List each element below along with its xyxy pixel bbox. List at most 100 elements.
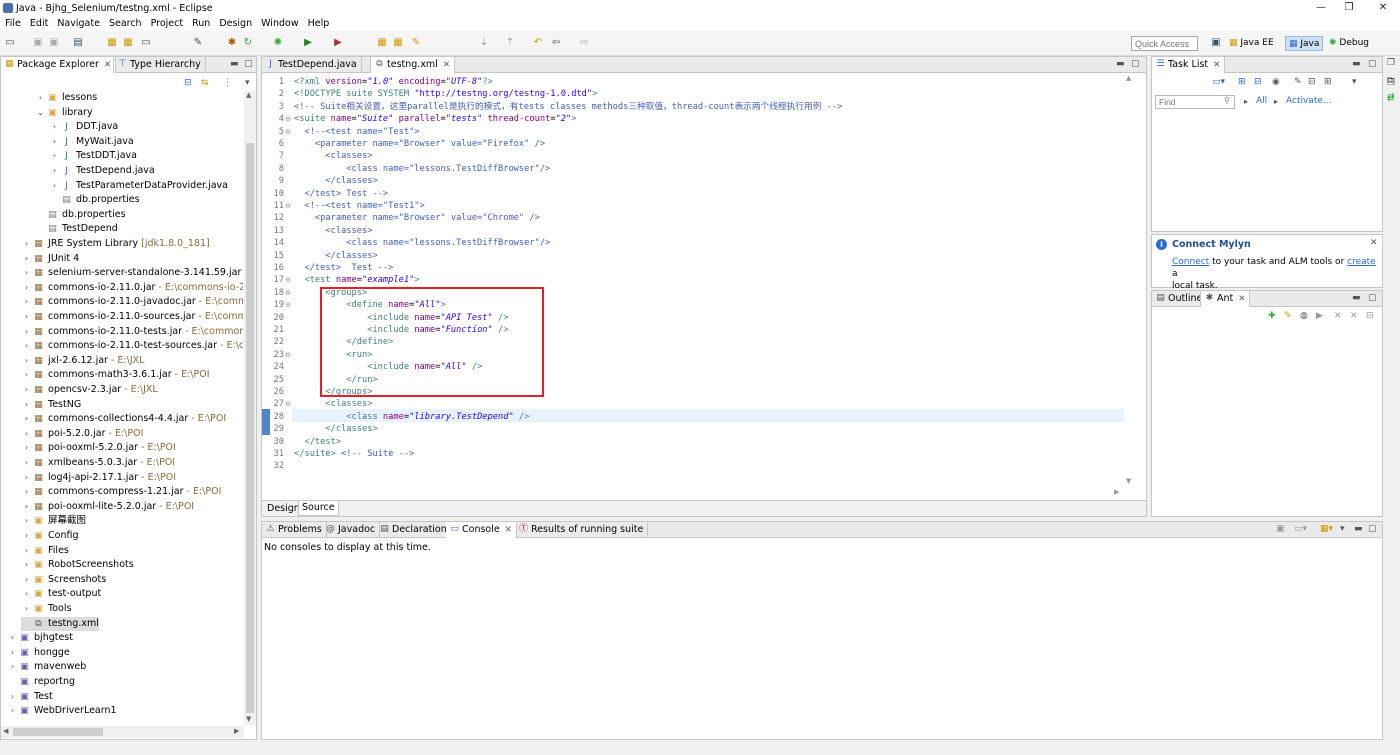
chevron-right-icon[interactable]: › <box>21 252 32 267</box>
tree-item[interactable]: › ▦ poi-ooxml-5.2.0.jar - E:\POI <box>21 441 176 456</box>
scroll-up-icon[interactable]: ▲ <box>1126 74 1131 82</box>
activate-link[interactable]: Activate... <box>1286 96 1331 106</box>
tab-source[interactable]: Source <box>298 501 339 516</box>
chevron-right-icon[interactable]: › <box>21 339 32 354</box>
tree-item[interactable]: › ▦ commons-io-2.11.0.jar - E:\commons-io… <box>21 281 243 296</box>
new-task-icon[interactable]: ▭▾ <box>1212 77 1225 87</box>
menu-file[interactable]: File <box>5 18 21 29</box>
menu-design[interactable]: Design <box>219 18 252 29</box>
hide-internal-icon[interactable]: ◍ <box>1300 311 1308 321</box>
restore-icon[interactable]: ❐ <box>1387 58 1395 68</box>
tab-testng-xml[interactable]: ⧉ testng.xml ✕ <box>370 57 455 73</box>
tree-item[interactable]: › ▣ bjhgtest <box>7 631 73 646</box>
pin-console-icon[interactable]: ▣ <box>1276 524 1285 534</box>
tree-item[interactable]: › ▦ commons-compress-1.21.jar - E:\POI <box>21 485 222 500</box>
chevron-right-icon[interactable]: › <box>7 704 18 719</box>
restore-icon[interactable]: ❐ <box>1387 78 1395 88</box>
tab-ant[interactable]: ✱ Ant ✕ <box>1200 291 1251 307</box>
fold-icon[interactable]: ⊖ <box>284 126 292 138</box>
perspective-debug[interactable]: ✺ Debug <box>1326 36 1372 51</box>
external-tools-icon[interactable]: ▶ <box>332 37 344 49</box>
categorized-icon[interactable]: ⊞ <box>1238 77 1246 87</box>
tree-item[interactable]: › ▣ Config <box>21 529 79 544</box>
task-find-input[interactable] <box>1155 95 1235 109</box>
chevron-right-icon[interactable]: › <box>21 398 32 413</box>
code-line[interactable]: <class name="lessons.TestDiffBrowser"/> <box>294 163 550 175</box>
menu-navigate[interactable]: Navigate <box>57 18 100 29</box>
tab-results[interactable]: Ⓣ Results of running suite <box>515 522 649 538</box>
code-line[interactable]: <test name="example1"> <box>294 274 419 286</box>
chevron-right-icon[interactable]: › <box>21 237 32 252</box>
chevron-right-icon[interactable]: › <box>49 179 60 194</box>
chevron-right-icon[interactable]: › <box>21 310 32 325</box>
close-icon[interactable]: ✕ <box>1370 238 1378 248</box>
tab-javadoc[interactable]: @ Javadoc <box>322 522 381 538</box>
maximize-view-icon[interactable]: ▢ <box>1368 524 1377 534</box>
close-icon[interactable]: ✕ <box>1213 60 1220 70</box>
chevron-right-icon[interactable]: › <box>21 325 32 340</box>
tree-item[interactable]: › ▦ JRE System Library [jdk1.8.0_181] <box>21 237 210 252</box>
run-target-icon[interactable]: ▶ <box>1316 311 1323 321</box>
print-icon[interactable]: ▤ <box>72 37 84 49</box>
tree-item[interactable]: › ▦ selenium-server-standalone-3.141.59.j… <box>21 266 241 281</box>
chevron-right-icon[interactable]: › <box>21 427 32 442</box>
tree-item[interactable]: ⧉ testng.xml <box>21 616 99 632</box>
minimize-view-icon[interactable]: ▬ <box>230 59 239 69</box>
tree-item[interactable]: › ▣ mavenweb <box>7 660 86 675</box>
new-package-icon[interactable]: ▦ <box>376 37 388 49</box>
menu-run[interactable]: Run <box>192 18 210 29</box>
fold-icon[interactable]: ⊖ <box>284 200 292 212</box>
chevron-right-icon[interactable]: › <box>7 660 18 675</box>
perspective-java[interactable]: ▦ Java <box>1285 36 1324 51</box>
maximize-view-icon[interactable]: ▢ <box>1368 293 1377 303</box>
tree-item[interactable]: ▤ db.properties <box>35 208 125 223</box>
code-line[interactable]: </classes> <box>294 423 377 435</box>
chevron-right-icon[interactable]: › <box>21 383 32 398</box>
code-line[interactable]: </classes> <box>294 250 377 262</box>
code-line[interactable]: </test> Test --> <box>294 262 393 274</box>
open-type-icon[interactable]: ▦ <box>106 37 118 49</box>
tree-item[interactable]: › ▦ opencsv-2.3.jar - E:\JXL <box>21 383 158 398</box>
tree-item[interactable]: › ▦ jxl-2.6.12.jar - E:\JXL <box>21 354 145 369</box>
editor-vertical-scrollbar[interactable]: ▲ ▼ <box>1124 74 1136 488</box>
minimize-view-icon[interactable]: ▬ <box>1354 524 1363 534</box>
tree-horizontal-scrollbar[interactable]: ◀ ▶ <box>1 726 244 738</box>
chevron-right-icon[interactable]: › <box>21 471 32 486</box>
minimize-editor-icon[interactable]: ▬ <box>1116 59 1125 69</box>
open-perspective-icon[interactable]: ▣ <box>1210 37 1222 49</box>
minimize-view-icon[interactable]: ▬ <box>1352 59 1361 69</box>
menu-window[interactable]: Window <box>261 18 298 29</box>
chevron-right-icon[interactable]: › <box>21 441 32 456</box>
close-icon[interactable]: ✕ <box>443 60 450 70</box>
view-menu-icon[interactable]: ⋮ <box>223 78 232 88</box>
tree-item[interactable]: ▤ TestDepend <box>35 222 118 237</box>
connect-link[interactable]: Connect <box>1172 257 1209 267</box>
chevron-right-icon[interactable]: › <box>21 412 32 427</box>
tab-declaration[interactable]: ▤ Declaration <box>376 522 452 538</box>
scheduled-icon[interactable]: ⊟ <box>1254 77 1262 87</box>
tree-item[interactable]: › ▦ log4j-api-2.17.1.jar - E:\POI <box>21 471 176 486</box>
create-link[interactable]: create <box>1347 257 1376 267</box>
menu-edit[interactable]: Edit <box>30 18 48 29</box>
all-link[interactable]: All <box>1256 96 1267 106</box>
view-menu-icon[interactable]: ▾ <box>1352 77 1357 87</box>
code-line[interactable]: <!--<test name="Test1"> <box>294 200 424 212</box>
chevron-right-icon[interactable]: › <box>21 368 32 383</box>
save-all-icon[interactable]: ▣ <box>48 37 60 49</box>
new-icon[interactable]: ▭ <box>4 37 16 49</box>
chevron-right-icon[interactable]: › <box>21 529 32 544</box>
fold-icon[interactable]: ⊖ <box>284 299 292 311</box>
link-editor-icon[interactable]: ⇆ <box>201 78 209 88</box>
brush-icon[interactable]: ✎ <box>410 37 422 49</box>
tree-item[interactable]: ⌄ ▣ library <box>35 106 92 121</box>
maximize-view-icon[interactable]: ▢ <box>244 59 253 69</box>
toggle-mark-icon[interactable]: ✎ <box>192 37 204 49</box>
chevron-right-icon[interactable]: › <box>7 690 18 705</box>
close-button[interactable]: ✕ <box>1366 0 1400 16</box>
chevron-right-icon[interactable]: › <box>21 266 32 281</box>
chevron-right-icon[interactable]: › <box>21 500 32 515</box>
menu-help[interactable]: Help <box>308 18 330 29</box>
new-folder-icon[interactable]: ▦ <box>392 37 404 49</box>
scroll-right-icon[interactable]: ▶ <box>234 727 239 735</box>
chevron-right-icon[interactable]: › <box>21 602 32 617</box>
